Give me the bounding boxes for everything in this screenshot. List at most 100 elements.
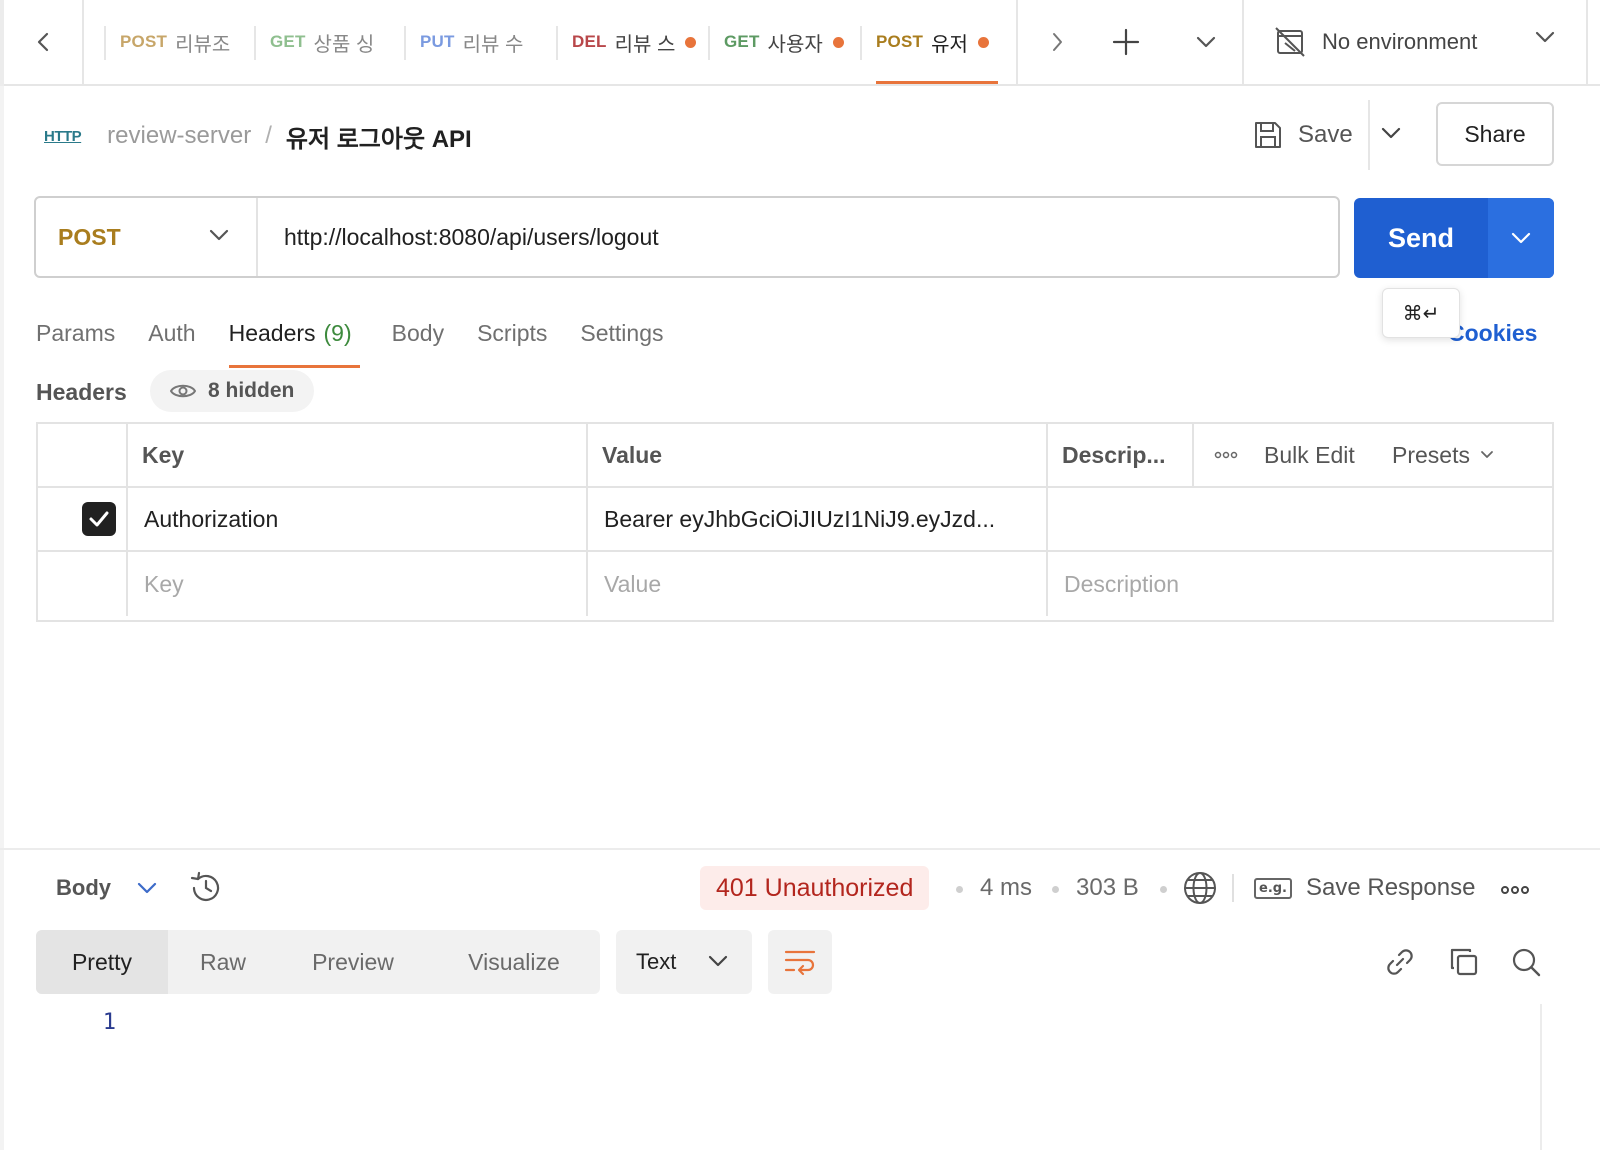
network-info-button[interactable] xyxy=(1182,870,1218,911)
chevron-down-icon xyxy=(708,955,728,967)
tab-scripts[interactable]: Scripts xyxy=(477,308,547,358)
tab-settings-label: Settings xyxy=(580,319,664,346)
tab-separator xyxy=(104,26,106,60)
share-button[interactable]: Share xyxy=(1436,102,1554,166)
tab-separator xyxy=(708,26,710,60)
column-divider xyxy=(1046,488,1048,550)
hidden-headers-label: 8 hidden xyxy=(208,379,295,402)
method-select[interactable]: POST xyxy=(36,198,258,276)
view-visualize-button[interactable]: Visualize xyxy=(428,930,600,994)
request-tabs: Params Auth Headers (9) Body Scripts Set… xyxy=(36,308,696,368)
presets-label: Presets xyxy=(1392,441,1470,468)
tab-params[interactable]: Params xyxy=(36,308,115,358)
response-divider[interactable] xyxy=(0,848,1600,850)
bulk-edit-button[interactable]: Bulk Edit xyxy=(1264,424,1374,486)
link-icon xyxy=(1387,949,1413,975)
search-icon xyxy=(1512,948,1541,977)
response-time[interactable]: 4 ms xyxy=(980,852,1032,924)
breadcrumb-separator: / xyxy=(265,122,272,149)
view-raw-button[interactable]: Raw xyxy=(168,930,278,994)
request-name[interactable]: 유저 로그아웃 API xyxy=(286,119,472,154)
response-toolbar: Body 401 Unauthorized 4 ms 303 B e.g. Sa… xyxy=(0,852,1600,924)
column-divider xyxy=(126,424,128,486)
copy-icon xyxy=(1450,948,1478,976)
tab-list-dropdown[interactable] xyxy=(1176,0,1236,84)
tab-body-label: Body xyxy=(391,319,445,346)
presets-dropdown[interactable]: Presets xyxy=(1392,424,1522,486)
history-button[interactable] xyxy=(188,870,224,911)
separator-dot xyxy=(1052,886,1059,893)
tabs-scroll-left-button[interactable] xyxy=(4,0,84,84)
response-size[interactable]: 303 B xyxy=(1076,852,1139,924)
status-badge[interactable]: 401 Unauthorized xyxy=(700,866,930,910)
window-edge xyxy=(0,86,4,1150)
new-value-input[interactable]: Value xyxy=(604,552,1040,616)
http-request-icon: HTTP xyxy=(44,127,82,145)
send-shortcut-tooltip: ⌘↵ xyxy=(1382,288,1460,338)
response-more-button[interactable] xyxy=(1500,882,1530,900)
tab-separator xyxy=(860,26,862,60)
request-tab[interactable]: PUT 리뷰 수 xyxy=(404,0,554,84)
tab-method: POST xyxy=(876,32,924,51)
response-editor[interactable]: 1 xyxy=(0,1000,1600,1150)
tab-body[interactable]: Body xyxy=(392,308,444,358)
request-tab[interactable]: DEL 리뷰 스 xyxy=(556,0,708,84)
headers-section-title: Headers xyxy=(36,378,127,405)
save-response-label: Save Response xyxy=(1306,874,1476,901)
tab-auth[interactable]: Auth xyxy=(148,308,195,358)
copy-link-button[interactable] xyxy=(1382,944,1418,980)
response-format-value: Text xyxy=(636,949,677,974)
request-tab[interactable]: POST 리뷰조회 xyxy=(104,0,254,84)
cookies-link[interactable]: Cookies xyxy=(1448,308,1537,358)
save-options-dropdown[interactable] xyxy=(1380,118,1402,153)
response-format-select[interactable]: Text xyxy=(616,930,752,994)
no-environment-icon xyxy=(1275,27,1305,57)
view-pretty-button[interactable]: Pretty xyxy=(36,930,168,994)
more-options-button[interactable] xyxy=(1214,424,1244,486)
save-button[interactable]: Save xyxy=(1252,110,1353,160)
header-value-cell[interactable]: Bearer eyJhbGciOiJIUzI1NiJ9.eyJzd... xyxy=(604,488,1040,550)
unsaved-dot xyxy=(977,36,989,48)
save-response-button[interactable]: e.g. Save Response xyxy=(1254,852,1475,924)
divider xyxy=(1232,874,1234,902)
copy-response-button[interactable] xyxy=(1446,944,1482,980)
save-icon xyxy=(1255,122,1281,148)
column-divider xyxy=(586,488,588,550)
request-tab[interactable]: GET 사용자 xyxy=(708,0,860,84)
response-view-switcher: Pretty Raw Preview Visualize xyxy=(36,930,600,994)
response-body-label: Body xyxy=(56,875,111,900)
tab-headers[interactable]: Headers (9) xyxy=(228,308,360,368)
request-tab[interactable]: GET 상품 싱 xyxy=(254,0,404,84)
header-key-cell[interactable]: Authorization xyxy=(144,488,580,550)
url-input[interactable] xyxy=(258,198,1338,276)
new-description-input[interactable]: Description xyxy=(1064,552,1534,616)
chevron-right-icon xyxy=(1053,33,1062,51)
view-preview-button[interactable]: Preview xyxy=(278,930,428,994)
send-options-dropdown[interactable] xyxy=(1488,198,1554,278)
tab-name: 리뷰조회 xyxy=(175,33,231,56)
search-response-button[interactable] xyxy=(1508,944,1544,980)
hidden-headers-toggle[interactable]: 8 hidden xyxy=(150,370,315,412)
tabs-scroll-right-button[interactable] xyxy=(1016,0,1096,84)
breadcrumb-collection[interactable]: review-server xyxy=(107,122,251,150)
column-divider xyxy=(586,552,588,616)
request-tab-active[interactable]: POST 유저 xyxy=(860,0,1014,84)
tab-method: DEL xyxy=(572,32,607,51)
tab-name: 리뷰 수 xyxy=(462,33,524,56)
tab-params-label: Params xyxy=(36,319,116,346)
environment-selector[interactable]: No environment xyxy=(1242,0,1588,84)
more-horizontal-icon xyxy=(1501,886,1529,894)
response-body-dropdown[interactable]: Body xyxy=(56,852,157,924)
editor-scrollbar-track[interactable] xyxy=(1540,1004,1542,1150)
tab-headers-label: Headers xyxy=(228,319,316,346)
tab-settings[interactable]: Settings xyxy=(580,308,663,358)
new-tab-button[interactable] xyxy=(1096,0,1156,84)
new-key-input[interactable]: Key xyxy=(144,552,580,616)
wrap-lines-button[interactable] xyxy=(768,930,832,994)
unsaved-dot xyxy=(685,36,697,48)
header-description-cell[interactable] xyxy=(1064,488,1534,550)
globe-icon xyxy=(1184,872,1216,904)
chevron-down-icon xyxy=(1381,127,1401,139)
header-enabled-checkbox[interactable] xyxy=(82,488,122,550)
send-button[interactable]: Send xyxy=(1354,198,1488,278)
